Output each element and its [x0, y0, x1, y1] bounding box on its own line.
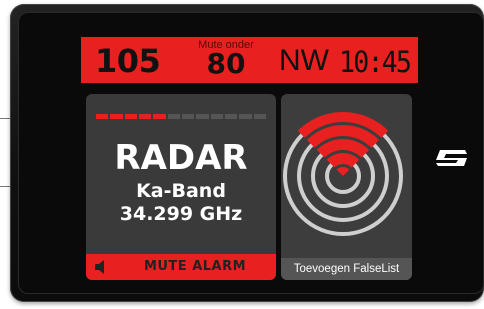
brand-logo-icon [436, 150, 467, 166]
clock-time: 10:45 [339, 45, 412, 79]
current-speed: 105 [95, 42, 161, 80]
signal-strength-meter [96, 114, 266, 119]
radar-icon [281, 112, 407, 236]
alert-panel: RADAR Ka-Band 34.299 GHz MUTE ALARM [86, 94, 276, 280]
mute-alarm-button[interactable]: MUTE ALARM [86, 254, 276, 280]
signal-segment [138, 114, 152, 119]
signal-segment [153, 114, 166, 119]
falselist-label: Toevoegen FalseList [281, 258, 412, 280]
mute-alarm-label: MUTE ALARM [143, 259, 247, 274]
alert-band: Ka-Band [136, 180, 226, 202]
signal-segment [124, 114, 137, 119]
signal-segment [167, 114, 180, 119]
alert-frequency: 34.299 GHz [119, 203, 243, 225]
signal-segment [181, 114, 195, 119]
mute-threshold-speed: 80 [206, 47, 246, 80]
signal-segment [210, 114, 223, 119]
status-bar: 105 Mute onder 80 NW 10:45 [81, 37, 418, 83]
signal-segment [96, 114, 109, 119]
signal-segment [196, 114, 209, 119]
speaker-icon [95, 260, 104, 274]
signal-segment [110, 114, 123, 119]
compass-direction: NW [279, 44, 329, 77]
signal-segment [239, 114, 252, 119]
signal-segment [224, 114, 238, 119]
alert-type: RADAR [114, 138, 248, 178]
falselist-radar-button[interactable]: Toevoegen FalseList [281, 94, 412, 280]
signal-segment [253, 114, 266, 119]
